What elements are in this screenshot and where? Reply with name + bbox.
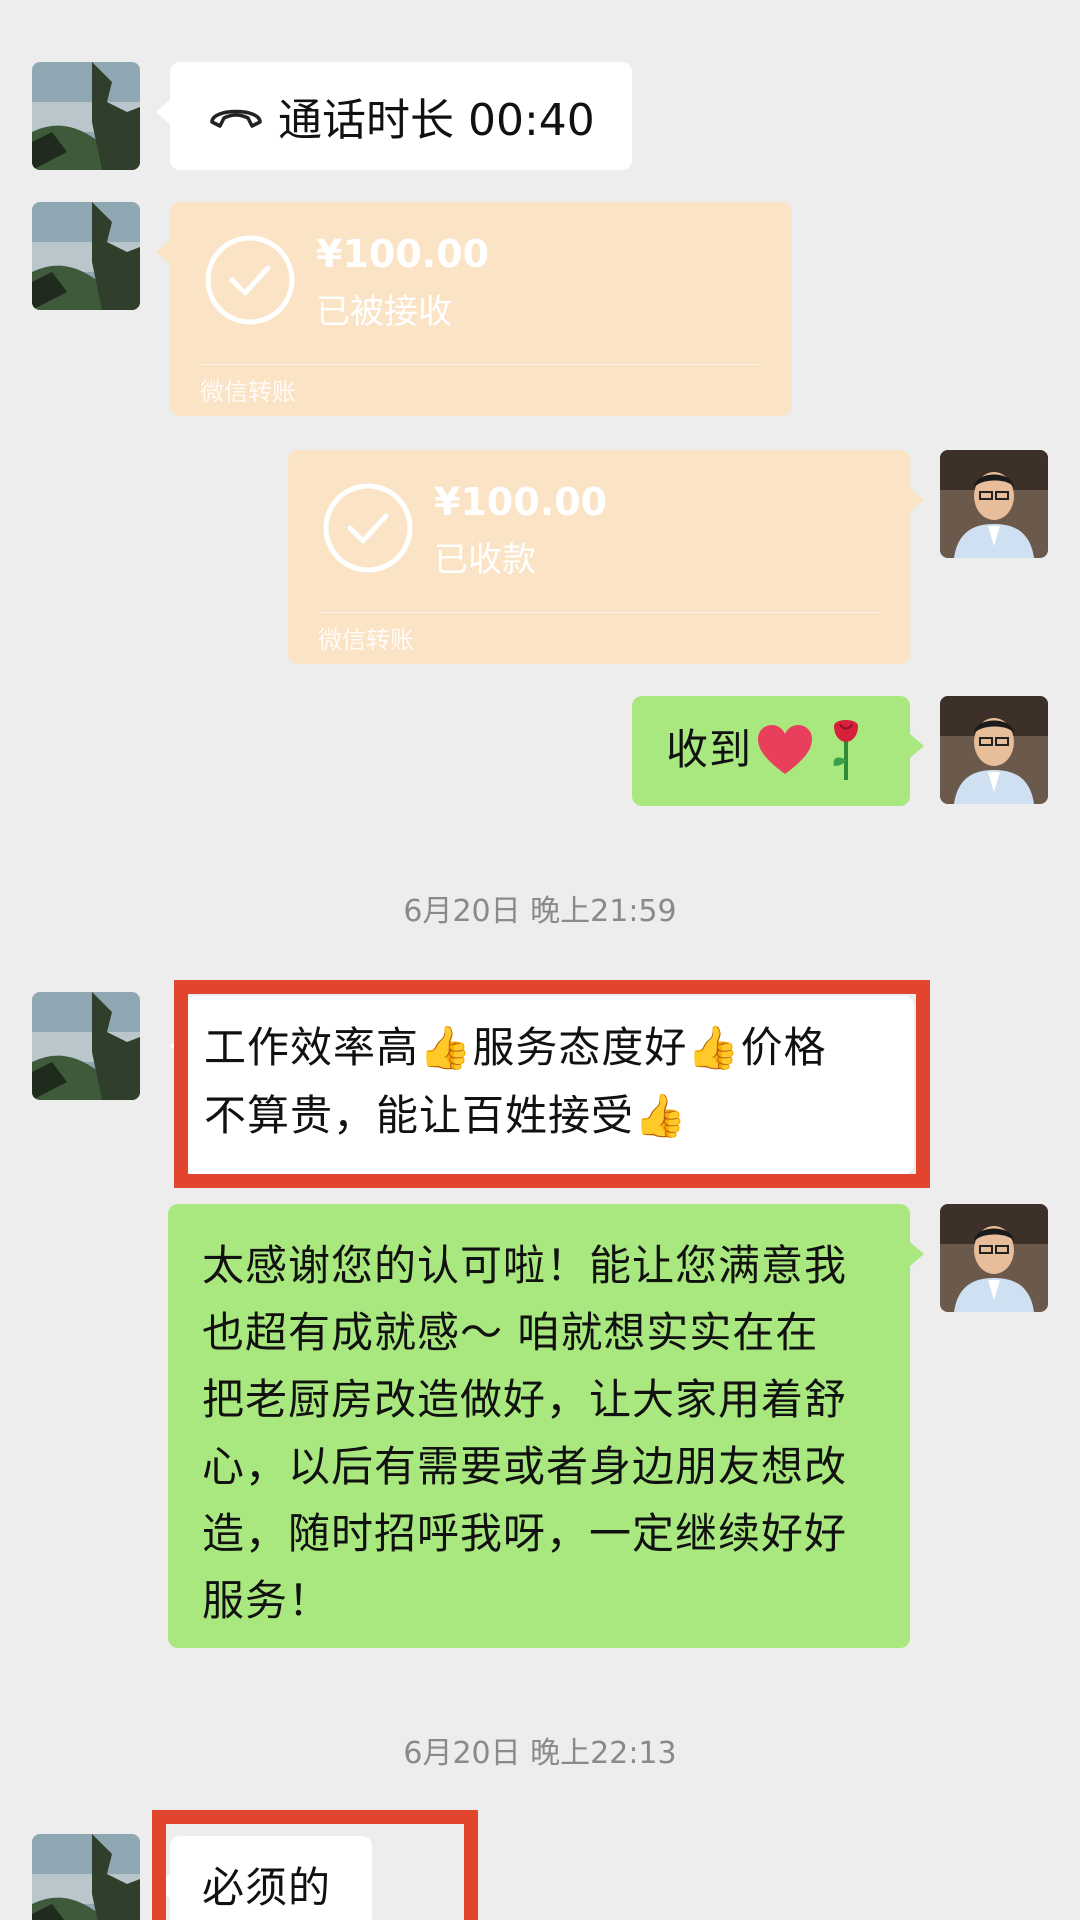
thanks-message-bubble[interactable]: 太感谢您的认可啦！能让您满意我 也超有成就感～ 咱就想实实在在 把老厨房改造做好… [168, 1204, 924, 1648]
thanks-line: 也超有成就感～ 咱就想实实在在 [202, 1308, 819, 1357]
owner-avatar[interactable] [940, 696, 1048, 804]
thanks-line: 太感谢您的认可啦！能让您满意我 [202, 1241, 848, 1290]
thanks-line: 造，随时招呼我呀，一定继续好好 [202, 1509, 848, 1558]
thanks-line: 服务！ [202, 1576, 332, 1625]
check-circle-icon [205, 235, 295, 325]
transfer-collected-card[interactable]: ¥100.00 已收款 微信转账 [288, 450, 924, 664]
owner-avatar[interactable] [940, 1204, 1048, 1312]
check-circle-icon [323, 483, 413, 573]
customer-avatar[interactable] [32, 62, 140, 170]
thanks-text: 太感谢您的认可啦！能让您满意我 也超有成就感～ 咱就想实实在在 把老厨房改造做好… [202, 1232, 847, 1634]
landscape-avatar-image [32, 202, 140, 310]
call-duration-text: 通话时长 00:40 [278, 95, 595, 146]
highlight-box [174, 980, 930, 1188]
man-portrait-avatar-image [940, 696, 1048, 804]
man-portrait-avatar-image [940, 1204, 1048, 1312]
transfer-label: 微信转账 [200, 378, 296, 406]
chat-window: 通话时长 00:40 ¥100.00 已被接收 微信转账 ¥100.00 已收款… [0, 0, 1080, 1920]
thanks-line: 把老厨房改造做好，让大家用着舒 [202, 1375, 848, 1424]
rose-icon [833, 720, 858, 780]
customer-avatar[interactable] [32, 1834, 140, 1920]
transfer-status: 已收款 [434, 540, 536, 580]
transfer-received-card[interactable]: ¥100.00 已被接收 微信转账 [156, 202, 792, 416]
reply-received-bubble[interactable]: 收到 [632, 696, 924, 806]
highlight-box [152, 1810, 478, 1920]
divider [200, 364, 762, 365]
call-duration-bubble[interactable]: 通话时长 00:40 [156, 62, 632, 170]
customer-avatar[interactable] [32, 992, 140, 1100]
owner-avatar[interactable] [940, 450, 1048, 558]
phone-hangup-icon [210, 109, 262, 128]
landscape-avatar-image [32, 992, 140, 1100]
man-portrait-avatar-image [940, 450, 1048, 558]
transfer-amount: ¥100.00 [316, 232, 490, 276]
transfer-label: 微信转账 [318, 626, 414, 654]
landscape-avatar-image [32, 62, 140, 170]
timestamp: 6月20日 晚上21:59 [403, 894, 677, 929]
transfer-amount: ¥100.00 [434, 480, 608, 524]
heart-icon [758, 725, 812, 774]
thanks-line: 心，以后有需要或者身边朋友想改 [202, 1442, 848, 1491]
landscape-avatar-image [32, 1834, 140, 1920]
timestamp: 6月20日 晚上22:13 [403, 1736, 677, 1771]
reply-text: 收到 [666, 725, 753, 774]
transfer-status: 已被接收 [316, 292, 452, 332]
divider [318, 612, 880, 613]
customer-avatar[interactable] [32, 202, 140, 310]
